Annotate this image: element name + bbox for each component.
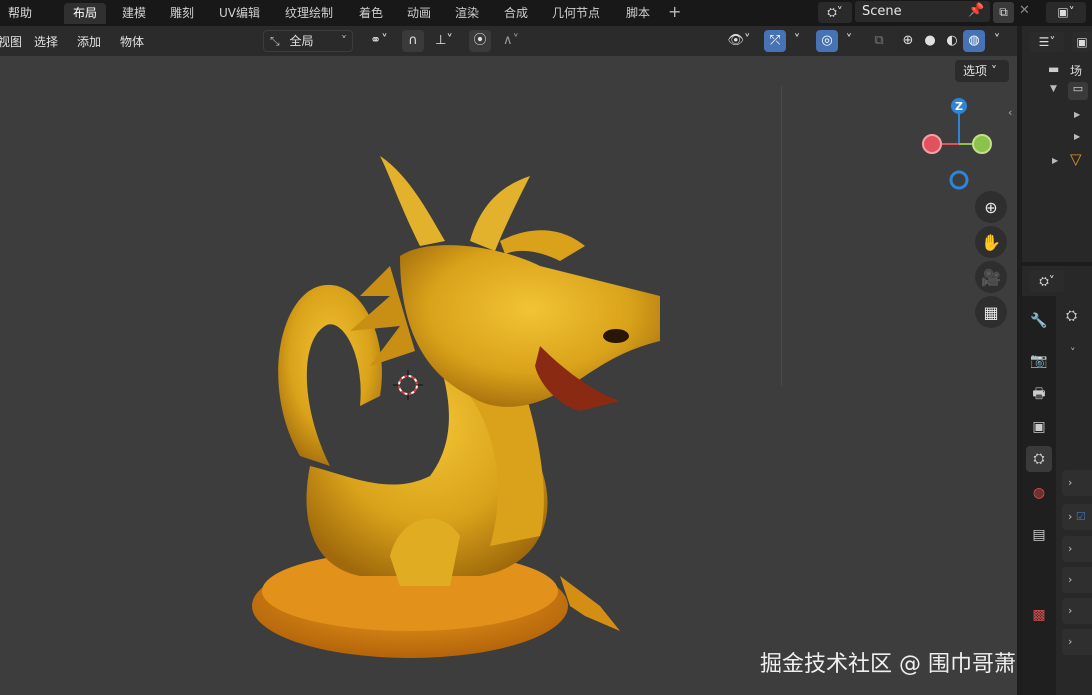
expand-item-icon[interactable]: ▶ — [1074, 110, 1080, 119]
neg-z-axis-icon — [949, 170, 969, 190]
gizmo-toggle-icon[interactable]: ⤱ — [764, 30, 786, 52]
orientation-icon: ⤡ — [270, 34, 280, 48]
camera-view-icon[interactable]: 🎥 — [975, 261, 1007, 293]
transform-orientation-dropdown[interactable]: ⤡ 全局 ˅ — [263, 30, 353, 52]
falloff-icon[interactable]: ∧˅ — [494, 30, 528, 52]
output-tab-icon[interactable]: 🖶 — [1026, 382, 1052, 408]
3d-cursor-icon — [393, 370, 423, 400]
x-axis-icon — [922, 134, 942, 154]
zoom-icon[interactable]: ⊕ — [975, 191, 1007, 223]
collection-icon[interactable]: ▭ — [1068, 82, 1088, 100]
overlays-dropdown-icon[interactable]: ˅ — [840, 30, 858, 52]
options-dropdown[interactable]: 选项 ˅ — [955, 60, 1009, 82]
gizmo-dropdown-icon[interactable]: ˅ — [788, 30, 806, 52]
rendered-shading-icon[interactable]: ◍ — [963, 30, 985, 52]
menu-select[interactable]: 选择 — [34, 33, 58, 50]
tab-animation[interactable]: 动画 — [398, 3, 440, 24]
tab-texture-paint[interactable]: 纹理绘制 — [276, 3, 342, 24]
editor-type-icon[interactable]: ⛭˅ — [1030, 270, 1064, 292]
top-menu-bar: 帮助 布局 建模 雕刻 UV编辑 纹理绘制 着色 动画 渲染 合成 几何节点 脚… — [0, 0, 1092, 26]
scene-properties-icon: ⛭ — [1066, 308, 1078, 324]
panel-row-collapsed[interactable]: › — [1062, 598, 1092, 624]
texture-tab-icon[interactable]: ▩ — [1026, 602, 1052, 628]
panel-row-collapsed[interactable]: › — [1062, 536, 1092, 562]
panel-row-collapsed[interactable]: › — [1062, 470, 1092, 496]
navigation-gizmo[interactable]: Z — [915, 92, 1007, 190]
options-label: 选项 — [963, 64, 988, 78]
shading-mode-group: ⊕ ● ◐ ◍ — [897, 30, 985, 52]
tool-tab-icon[interactable]: 🔧 — [1026, 308, 1052, 334]
3d-viewport[interactable]: 选项 ˅ ‹ Z ⊕ ✋ 🎥 ▦ 掘金技术社区 @ 围巾哥萧尘 — [0, 56, 1017, 695]
wireframe-shading-icon[interactable]: ⊕ — [897, 30, 919, 52]
shading-dropdown-icon[interactable]: ˅ — [988, 30, 1006, 52]
camera-object-icon[interactable]: ▽ — [1070, 150, 1082, 168]
pivot-point-icon[interactable]: ⚭˅ — [362, 30, 396, 52]
viewport-divider — [781, 86, 782, 386]
pan-hand-icon[interactable]: ✋ — [975, 226, 1007, 258]
perspective-grid-icon[interactable]: ▦ — [975, 296, 1007, 328]
sidebar-toggle-icon[interactable]: ‹ — [1008, 106, 1012, 119]
panel-row-collapsed[interactable]: › ☑ — [1062, 504, 1092, 530]
expand-item-icon[interactable]: ▶ — [1074, 132, 1080, 141]
tab-shading[interactable]: 着色 — [350, 3, 392, 24]
overlays-toggle-icon[interactable]: ◎ — [816, 30, 838, 52]
svg-text:Z: Z — [955, 100, 963, 113]
expand-item-icon[interactable]: ▶ — [1052, 156, 1058, 165]
chevron-down-icon: ˅ — [341, 34, 347, 48]
snap-icon[interactable]: ∩ — [402, 30, 424, 52]
collection-tab-icon[interactable]: ▤ — [1026, 522, 1052, 548]
menu-object[interactable]: 物体 — [120, 33, 144, 50]
snap-target-icon[interactable]: ⊥˅ — [426, 30, 462, 52]
watermark-text: 掘金技术社区 @ 围巾哥萧尘 — [760, 652, 1017, 677]
display-mode-icon[interactable]: ☰˅ — [1030, 32, 1064, 52]
panel-row-collapsed[interactable]: › — [1062, 629, 1092, 655]
outliner-panel: ☰˅ ▣ ▬ 场景 ▼ ▭ ▶ ▶ ▶ ▽ — [1022, 26, 1092, 262]
properties-tabs: 🔧 📷 🖶 ▣ ⛭ ◍ ▤ ▩ — [1022, 296, 1056, 695]
world-tab-icon[interactable]: ◍ — [1026, 480, 1052, 506]
material-preview-icon[interactable]: ◐ — [941, 30, 963, 52]
xray-toggle-icon[interactable]: ⧉ — [868, 30, 890, 52]
pin-icon[interactable]: 📌 — [968, 3, 984, 18]
close-icon[interactable]: ✕ — [1019, 3, 1030, 18]
tab-sculpting[interactable]: 雕刻 — [161, 3, 203, 24]
panel-expanded-icon[interactable]: ˅ — [1070, 346, 1076, 359]
proportional-editing-icon[interactable]: ⦿ — [469, 30, 491, 52]
menu-view[interactable]: 视图 — [0, 33, 22, 50]
viewport-header: 视图 选择 添加 物体 ⤡ 全局 ˅ ⚭˅ ∩ ⊥˅ ⦿ ∧˅ 👁˅ ⤱ ˅ ◎… — [0, 26, 1017, 56]
new-scene-icon[interactable]: ⧉ — [993, 2, 1014, 23]
panel-row-collapsed[interactable]: › — [1062, 567, 1092, 593]
view-layer-icon[interactable]: ▣˅ — [1046, 2, 1086, 23]
scene-collection-icon: ▬ — [1048, 62, 1060, 76]
scene-selector-icon[interactable]: ⛭˅ — [818, 2, 852, 23]
dragon-model[interactable] — [240, 136, 680, 676]
expand-collection-icon[interactable]: ▼ — [1050, 84, 1057, 94]
tab-geometry-nodes[interactable]: 几何节点 — [543, 3, 609, 24]
add-workspace-icon[interactable]: + — [668, 2, 681, 21]
filter-icon[interactable]: ▣ — [1072, 32, 1092, 52]
tab-layout[interactable]: 布局 — [64, 3, 107, 24]
scene-tab-icon[interactable]: ⛭ — [1026, 446, 1052, 472]
tab-compositing[interactable]: 合成 — [495, 3, 537, 24]
y-axis-icon — [972, 134, 992, 154]
menu-add[interactable]: 添加 — [77, 33, 101, 50]
chevron-down-icon: ˅ — [991, 64, 998, 78]
solid-shading-icon[interactable]: ● — [919, 30, 941, 52]
tab-uv-editing[interactable]: UV编辑 — [210, 3, 269, 24]
visibility-icon[interactable]: 👁˅ — [722, 30, 756, 52]
properties-panel: ⛭˅ 🔧 📷 🖶 ▣ ⛭ ◍ ▤ ▩ ⛭ ˅ › › ☑ › › › › — [1022, 266, 1092, 695]
tab-rendering[interactable]: 渲染 — [446, 3, 488, 24]
view-layer-tab-icon[interactable]: ▣ — [1026, 414, 1052, 440]
tab-modeling[interactable]: 建模 — [113, 3, 155, 24]
scene-name: Scene — [862, 4, 902, 19]
menu-help[interactable]: 帮助 — [8, 4, 32, 21]
render-tab-icon[interactable]: 📷 — [1026, 348, 1052, 374]
tab-scripting[interactable]: 脚本 — [617, 3, 659, 24]
orientation-value: 全局 — [289, 34, 314, 48]
